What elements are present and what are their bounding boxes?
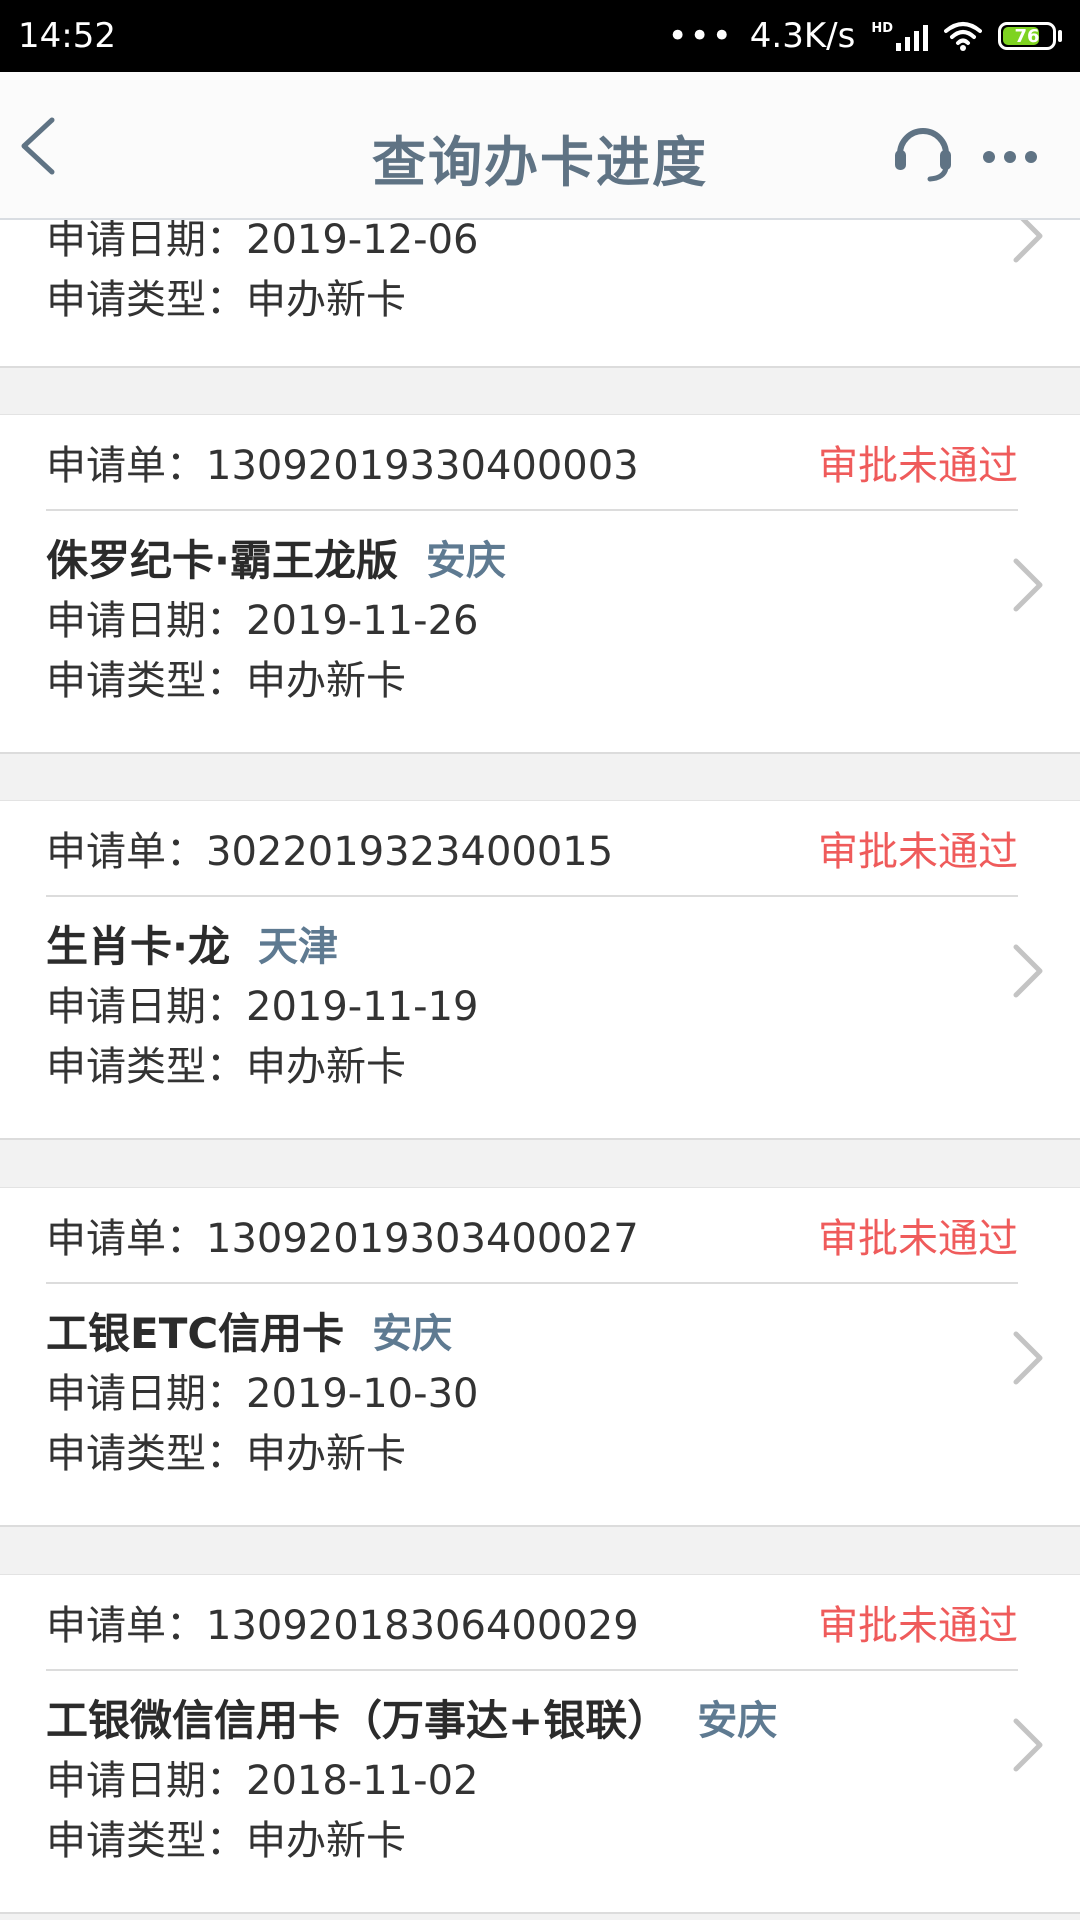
apply-date: 2018-11-02 <box>246 1758 479 1804</box>
order-number: 申请单：3022019323400015 <box>46 829 614 875</box>
chevron-right-icon <box>1013 1718 1043 1772</box>
notification-dots-icon: ••• <box>667 16 734 56</box>
card-name-row: 侏罗纪卡·霸王龙版 安庆 <box>46 531 1080 591</box>
apply-type: 申办新卡 <box>246 1044 406 1090</box>
card-name: 生肖卡·龙 <box>46 922 230 971</box>
apply-type-line: 申请类型：申办新卡 <box>46 1818 406 1864</box>
application-card[interactable]: 申请单：13092019303400027 审批未通过 工银ETC信用卡 安庆 … <box>0 1187 1080 1527</box>
apply-type-line: 申请类型：申办新卡 <box>46 658 406 704</box>
apply-date-line: 申请日期：2019-11-19 <box>46 984 479 1030</box>
status-badge: 审批未通过 <box>818 1216 1018 1262</box>
card-header: 申请单：3022019323400015 审批未通过 <box>46 801 1018 897</box>
battery-percent: 76 <box>1014 25 1040 47</box>
apply-type: 申办新卡 <box>246 1431 406 1477</box>
order-number: 申请单：13092018306400029 <box>46 1603 639 1649</box>
status-time: 14:52 <box>18 16 116 56</box>
card-body: 申请日期：2019-12-06 申请类型：申办新卡 <box>46 210 1080 330</box>
status-badge: 审批未通过 <box>818 829 1018 875</box>
apply-date-label: 申请日期： <box>46 217 246 263</box>
chevron-right-icon <box>1013 1331 1043 1385</box>
order-number: 申请单：13092019303400027 <box>46 1216 639 1262</box>
card-header: 申请单：13092019330400003 审批未通过 <box>46 415 1018 511</box>
apply-date-line: 申请日期：2019-11-26 <box>46 598 479 644</box>
apply-date-line: 申请日期：2019-10-30 <box>46 1371 479 1417</box>
apply-type: 申办新卡 <box>246 1818 406 1864</box>
card-name: 工银微信信用卡（万事达+银联） <box>46 1696 670 1745</box>
status-badge: 审批未通过 <box>818 1603 1018 1649</box>
card-body: 工银微信信用卡（万事达+银联） 安庆 申请日期：2018-11-02 申请类型：… <box>46 1691 1080 1871</box>
status-bar: 14:52 ••• 4.3K/s HD 76 <box>0 0 1080 72</box>
order-number: 申请单：13092019330400003 <box>46 443 639 489</box>
card-name-row: 生肖卡·龙 天津 <box>46 917 1080 977</box>
card-body: 侏罗纪卡·霸王龙版 安庆 申请日期：2019-11-26 申请类型：申办新卡 <box>46 531 1080 711</box>
region-tag: 安庆 <box>372 1311 453 1357</box>
application-card[interactable]: 申请单：3022019323400015 审批未通过 生肖卡·龙 天津 申请日期… <box>0 800 1080 1140</box>
apply-type-line: 申请类型：申办新卡 <box>46 1431 406 1477</box>
cell-signal-icon <box>896 21 928 51</box>
apply-date: 2019-10-30 <box>246 1371 479 1417</box>
hd-signal-icon: HD <box>871 21 928 51</box>
chevron-right-icon <box>1013 944 1043 998</box>
card-name: 侏罗纪卡·霸王龙版 <box>46 536 398 585</box>
card-body: 生肖卡·龙 天津 申请日期：2019-11-19 申请类型：申办新卡 <box>46 917 1080 1097</box>
apply-type: 申办新卡 <box>246 658 406 704</box>
application-card[interactable]: 申请单：13092018306400029 审批未通过 工银微信信用卡（万事达+… <box>0 1574 1080 1914</box>
apply-date: 2019-11-19 <box>246 984 479 1030</box>
card-header: 申请单：13092019303400027 审批未通过 <box>46 1188 1018 1284</box>
apply-type-label: 申请类型： <box>46 277 246 323</box>
wifi-icon <box>944 22 982 51</box>
region-tag: 安庆 <box>697 1698 778 1744</box>
apply-date: 2019-12-06 <box>246 217 479 263</box>
headset-icon[interactable] <box>890 118 956 184</box>
status-icons: ••• 4.3K/s HD 76 <box>668 16 1062 56</box>
battery-icon: 76 <box>998 22 1062 50</box>
region-tag: 安庆 <box>425 538 506 584</box>
chevron-right-icon <box>1013 558 1043 612</box>
nav-bar: 查询办卡进度 <box>0 72 1080 220</box>
more-dots-icon[interactable] <box>982 150 1038 164</box>
region-tag: 天津 <box>257 924 338 970</box>
network-speed: 4.3K/s <box>749 16 856 56</box>
application-card-partial[interactable]: 申请日期：2019-12-06 申请类型：申办新卡 <box>0 209 1080 368</box>
apply-type-line: 申请类型：申办新卡 <box>46 270 1080 330</box>
apply-date-line: 申请日期：2018-11-02 <box>46 1758 479 1804</box>
card-name-row: 工银微信信用卡（万事达+银联） 安庆 <box>46 1691 1080 1751</box>
hd-label: HD <box>871 21 893 36</box>
application-card[interactable]: 申请单：13092019330400003 审批未通过 侏罗纪卡·霸王龙版 安庆… <box>0 414 1080 754</box>
card-header: 申请单：13092018306400029 审批未通过 <box>46 1575 1018 1671</box>
apply-date: 2019-11-26 <box>246 598 479 644</box>
card-name-row: 工银ETC信用卡 安庆 <box>46 1304 1080 1364</box>
card-body: 工银ETC信用卡 安庆 申请日期：2019-10-30 申请类型：申办新卡 <box>46 1304 1080 1484</box>
card-name: 工银ETC信用卡 <box>46 1309 345 1358</box>
apply-type: 申办新卡 <box>246 277 406 323</box>
apply-type-line: 申请类型：申办新卡 <box>46 1044 406 1090</box>
status-badge: 审批未通过 <box>818 443 1018 489</box>
